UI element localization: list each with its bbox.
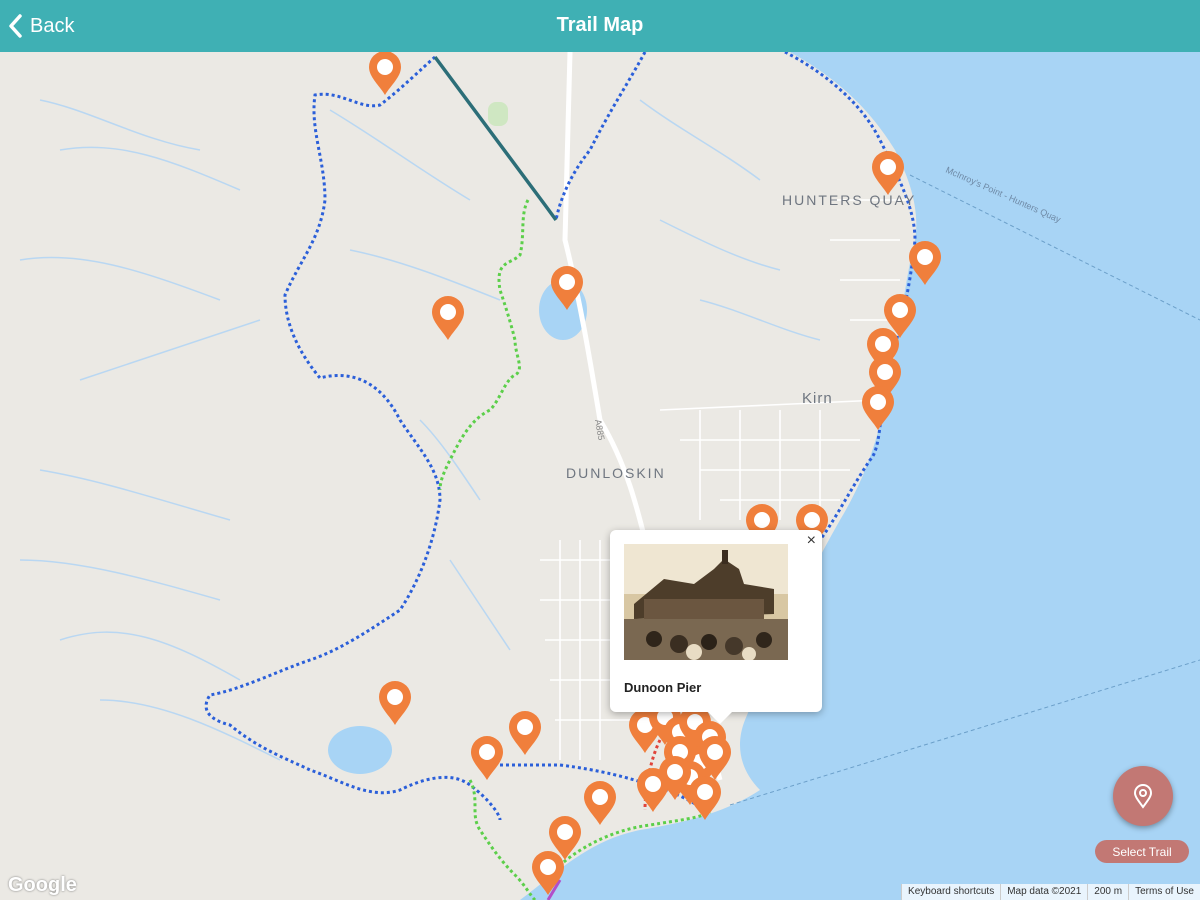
map-pin-center: [479, 744, 495, 760]
terms-link[interactable]: Terms of Use: [1128, 884, 1200, 900]
map-pin-center: [387, 689, 403, 705]
pier-photo: [624, 544, 788, 660]
map-pin-center: [592, 789, 608, 805]
map-pin-center: [870, 394, 886, 410]
map-pin-center: [377, 59, 393, 75]
page-title: Trail Map: [556, 14, 644, 36]
keyboard-shortcuts-link[interactable]: Keyboard shortcuts: [901, 884, 1000, 900]
map-pin-center: [517, 719, 533, 735]
map-pin-center: [880, 159, 896, 175]
location-fab[interactable]: [1113, 766, 1173, 826]
map-pin-center: [892, 302, 908, 318]
place-label-kirn: Kirn: [802, 390, 833, 407]
select-trail-button[interactable]: Select Trail: [1095, 840, 1189, 863]
scale-text: 200 m: [1087, 884, 1128, 900]
place-label-dunloskin: DUNLOSKIN: [566, 465, 666, 481]
map-pin-center: [707, 744, 723, 760]
map-pin-center: [697, 784, 713, 800]
map-data-text: Map data ©2021: [1000, 884, 1087, 900]
map-pin-center: [875, 336, 891, 352]
map-pin-center: [877, 364, 893, 380]
map-attribution: Keyboard shortcuts Map data ©2021 200 m …: [901, 884, 1200, 900]
map-pin-center: [559, 274, 575, 290]
map-pin-center: [804, 512, 820, 528]
map-pin-center: [917, 249, 933, 265]
google-logo: Google: [8, 874, 77, 896]
map-pin-center: [667, 764, 683, 780]
place-label-hunters-quay: HUNTERS QUAY: [782, 192, 917, 208]
popup-title: Dunoon Pier: [624, 680, 702, 695]
map-pin-center: [557, 824, 573, 840]
info-popup: × Dunoon Pier: [610, 530, 822, 724]
location-pin-icon: [1133, 784, 1153, 809]
map-pin-center: [645, 776, 661, 792]
close-popup-button[interactable]: ×: [807, 532, 816, 550]
map-pin-center: [540, 859, 556, 875]
loch: [328, 726, 392, 774]
map-pin-center: [440, 304, 456, 320]
map-pin-center: [754, 512, 770, 528]
map-view[interactable]: A885 McInroy's Point - Hunters Quay HUNT…: [0, 52, 1200, 900]
top-bar: Back Trail Map: [0, 0, 1200, 52]
